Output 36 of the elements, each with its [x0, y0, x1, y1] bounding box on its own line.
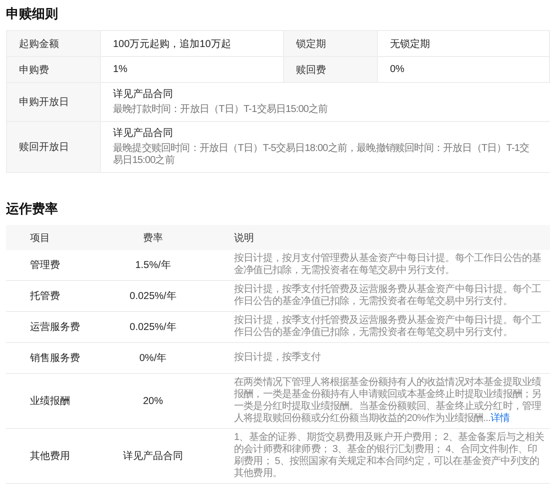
- table-cell-text: 运营服务费: [30, 320, 80, 334]
- table-cell-text: 管理费: [30, 258, 60, 272]
- table-cell-text: 销售服务费: [30, 352, 80, 365]
- table-cell-text: 0%/年: [139, 352, 167, 365]
- table-cell-text: 详见产品合同: [123, 450, 183, 463]
- field-note: 最晚提交赎回时间：开放日（T日）T-5交易日18:00之前，最晚撤销赎回时间：开放日（T日）T-1交易日15:00之前: [113, 143, 530, 167]
- field-value: 0%: [378, 57, 550, 83]
- field-value: 详见产品合同: [113, 127, 174, 141]
- details-link[interactable]: 详情: [490, 413, 510, 424]
- field-value: 无锁定期: [378, 31, 550, 57]
- field-label: 赎回开放日: [7, 122, 101, 173]
- column-header: 说明: [212, 225, 550, 250]
- field-note: 最晚打款时间：开放日（T日）T-1交易日15:00之前: [113, 104, 329, 116]
- table-cell-text: 0.025%/年: [130, 290, 176, 303]
- field-label: 起购金额: [7, 31, 101, 57]
- section-title: 运作费率: [6, 201, 59, 217]
- column-header: 项目: [6, 225, 94, 250]
- table-cell-text: 托管费: [30, 290, 60, 303]
- fee-description: 按日计提，按季支付托管费及运营服务费从基金资产中每日计提。每个工作日公告的基金净值已扣除，无需投资者在每笔交易中另行支付。: [234, 315, 542, 339]
- field-label: 赎回费: [284, 57, 378, 83]
- field-label: 申购开放日: [7, 83, 101, 122]
- table-cell-text: 0.025%/年: [130, 321, 176, 334]
- field-value: 详见产品合同: [113, 88, 174, 102]
- table-cell-text: 业绩报酬: [30, 394, 70, 408]
- fee-description: 按日计提，按季支付托管费及运营服务费从基金资产中每日计提。每个工作日公告的基金净值已扣除，无需投资者在每笔交易中另行支付。: [234, 284, 542, 308]
- field-label: 申购费: [7, 57, 101, 83]
- table-cell-text: 1.5%/年: [135, 259, 171, 272]
- fee-description: 1、基金的证券、期货交易费用及账户开户费用； 2、基金备案后与之相关的会计师费和律师费； 3、基金的银行汇划费用； 4、合同文件制作、印刷费用； 5、按照国家有关规定和本合同约定，可以在基金资产中列支的其他费用。: [234, 432, 546, 480]
- fee-description: 在两类情况下管理人将根据基金份额持有人的收益情况对本基金提取业绩报酬，一类是基金份额持有人申请赎回或本基金终止时提取业绩报酬；另一类是分红时提取业绩报酬。当基金份额赎回、基金终止或分红时，管理人将提取赎回份额或分红份额当期收益的20%作为业绩报酬...详情: [234, 377, 542, 425]
- fee-description: 按日计提，按月支付管理费从基金资产中每日计提。每个工作日公告的基金净值已扣除，无需投资者在每笔交易中另行支付。: [234, 253, 542, 277]
- section-title: 申赎细则: [6, 6, 59, 22]
- table-cell-text: 其他费用: [30, 450, 70, 463]
- column-header: 费率: [94, 225, 212, 250]
- field-label: 锁定期: [284, 31, 378, 57]
- table-cell: 20%: [142, 396, 163, 406]
- fee-description: 按日计提，按季支付: [234, 352, 320, 364]
